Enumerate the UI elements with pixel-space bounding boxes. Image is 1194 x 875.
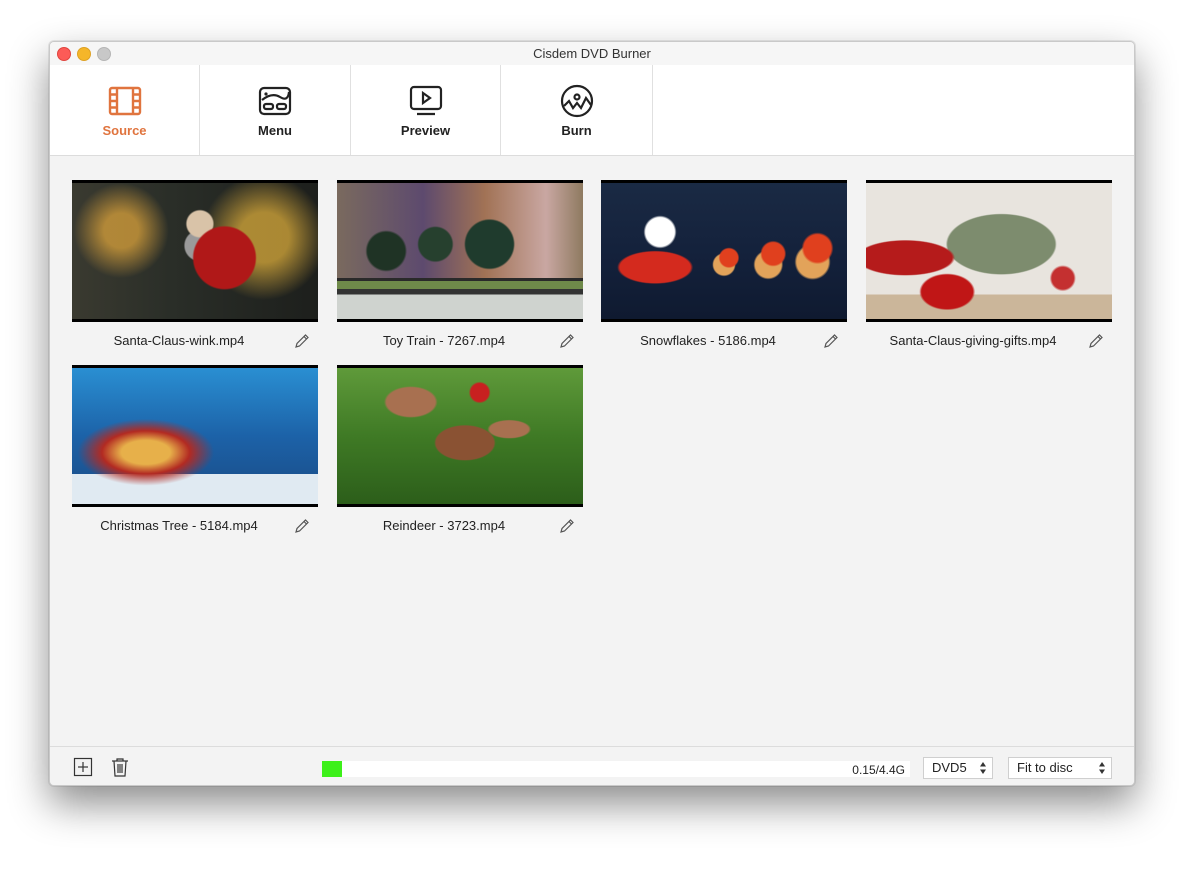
preview-play-icon	[408, 83, 444, 119]
video-item[interactable]: Christmas Tree - 5184.mp4	[72, 365, 318, 543]
video-item[interactable]: Santa-Claus-giving-gifts.mp4	[866, 180, 1112, 358]
edit-pencil-icon[interactable]	[559, 518, 575, 534]
tab-source[interactable]: Source	[50, 65, 200, 155]
close-window-button[interactable]	[57, 47, 71, 61]
edit-pencil-icon[interactable]	[823, 333, 839, 349]
film-icon	[107, 83, 143, 119]
menu-template-icon	[257, 83, 293, 119]
window-title: Cisdem DVD Burner	[533, 46, 651, 61]
updown-arrows-icon	[979, 761, 987, 775]
video-name: Toy Train - 7267.mp4	[337, 333, 551, 348]
video-thumbnail[interactable]	[337, 180, 583, 322]
burn-disc-icon	[559, 83, 595, 119]
video-thumbnail[interactable]	[337, 365, 583, 507]
video-name: Santa-Claus-wink.mp4	[72, 333, 286, 348]
video-name: Snowflakes - 5186.mp4	[601, 333, 815, 348]
tab-menu-label: Menu	[258, 123, 292, 138]
quality-mode-select[interactable]: Fit to disc	[1008, 757, 1112, 779]
tab-source-label: Source	[102, 123, 146, 138]
tab-burn-label: Burn	[561, 123, 591, 138]
video-thumbnail[interactable]	[72, 180, 318, 322]
updown-arrows-icon	[1098, 761, 1106, 775]
disc-usage-fill	[322, 761, 342, 777]
tab-menu[interactable]: Menu	[200, 65, 351, 155]
disc-type-value: DVD5	[932, 760, 967, 775]
edit-pencil-icon[interactable]	[1088, 333, 1104, 349]
video-item[interactable]: Reindeer - 3723.mp4	[337, 365, 583, 543]
minimize-window-button[interactable]	[77, 47, 91, 61]
edit-pencil-icon[interactable]	[294, 518, 310, 534]
video-name: Santa-Claus-giving-gifts.mp4	[866, 333, 1080, 348]
video-thumbnail[interactable]	[72, 365, 318, 507]
app-window: Cisdem DVD Burner Source	[49, 41, 1135, 786]
tab-burn[interactable]: Burn	[501, 65, 653, 155]
disc-usage-bar	[322, 761, 910, 777]
trash-icon[interactable]	[110, 757, 130, 777]
edit-pencil-icon[interactable]	[559, 333, 575, 349]
quality-mode-value: Fit to disc	[1017, 760, 1073, 775]
title-bar: Cisdem DVD Burner	[50, 42, 1134, 65]
tab-preview[interactable]: Preview	[351, 65, 501, 155]
video-name: Reindeer - 3723.mp4	[337, 518, 551, 533]
main-toolbar: Source Menu Prev	[50, 65, 1134, 156]
video-item[interactable]: Santa-Claus-wink.mp4	[72, 180, 318, 358]
disc-type-select[interactable]: DVD5	[923, 757, 993, 779]
disc-usage-text: 0.15/4.4G	[840, 763, 905, 777]
plus-square-icon[interactable]	[73, 757, 93, 777]
edit-pencil-icon[interactable]	[294, 333, 310, 349]
zoom-window-button[interactable]	[97, 47, 111, 61]
tab-preview-label: Preview	[401, 123, 450, 138]
video-thumbnail[interactable]	[866, 180, 1112, 322]
video-name: Christmas Tree - 5184.mp4	[72, 518, 286, 533]
status-bar: 0.15/4.4G DVD5 Fit to disc	[50, 746, 1134, 785]
video-item[interactable]: Toy Train - 7267.mp4	[337, 180, 583, 358]
video-thumbnail[interactable]	[601, 180, 847, 322]
video-item[interactable]: Snowflakes - 5186.mp4	[601, 180, 847, 358]
